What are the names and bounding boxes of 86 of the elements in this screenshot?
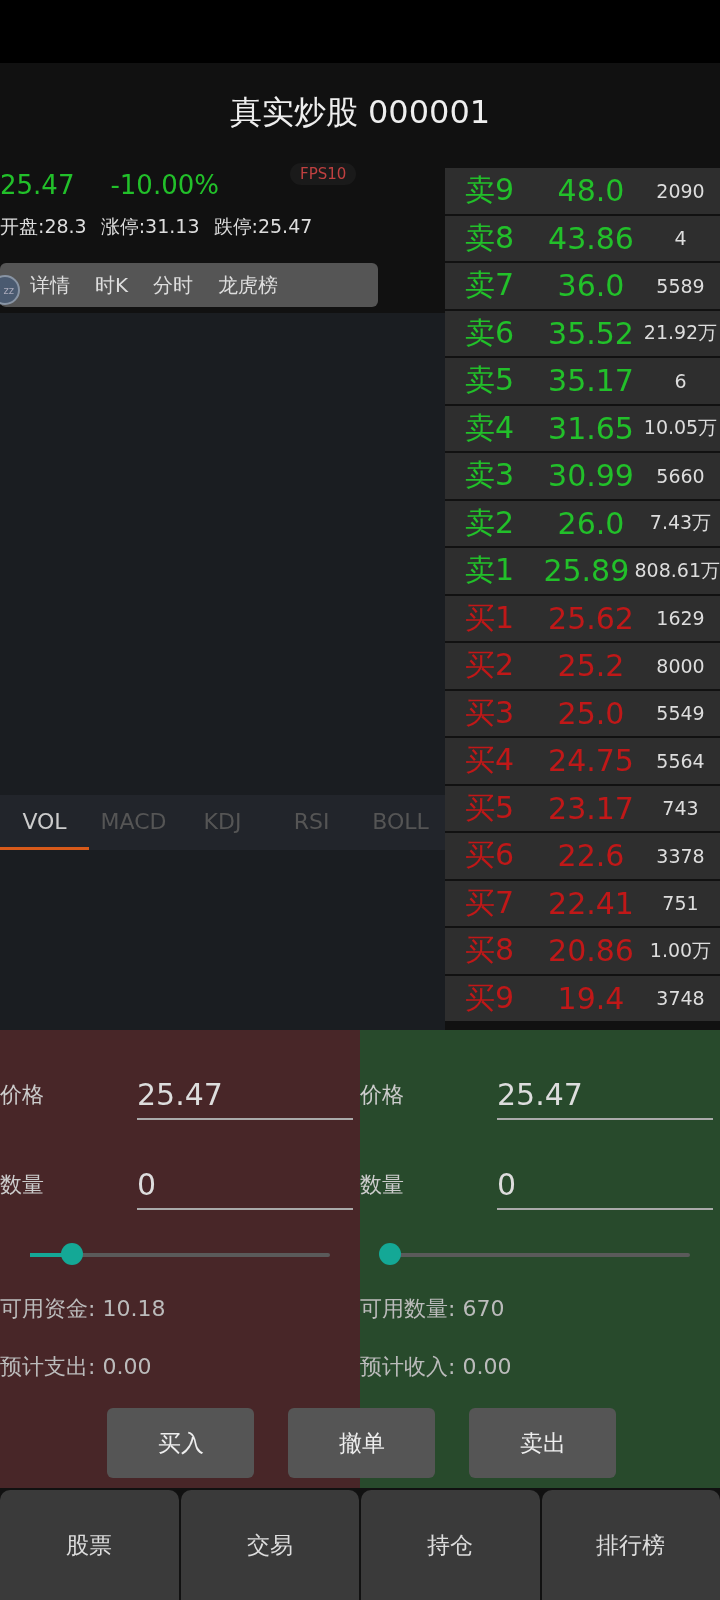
order-volume: 5589 bbox=[655, 274, 706, 297]
action-button[interactable]: 买入 bbox=[107, 1408, 254, 1478]
order-level: 卖9 bbox=[465, 171, 516, 210]
order-level: 买8 bbox=[465, 931, 516, 970]
order-volume: 1629 bbox=[655, 607, 706, 630]
change-percent: -10.00% bbox=[110, 170, 219, 200]
order-level: 买1 bbox=[465, 598, 516, 637]
order-volume: 751 bbox=[661, 892, 700, 915]
order-level: 买9 bbox=[465, 978, 516, 1017]
price-input[interactable]: 25.47 bbox=[137, 1070, 353, 1120]
order-price: 25.62 bbox=[547, 600, 635, 636]
order-level: 卖1 bbox=[465, 551, 516, 590]
available-text: 可用数量: 670 bbox=[360, 1295, 506, 1323]
order-price: 36.0 bbox=[556, 268, 626, 304]
order-volume: 5564 bbox=[655, 749, 706, 772]
estimate-text: 预计支出: 0.00 bbox=[0, 1353, 153, 1381]
order-price: 25.0 bbox=[556, 695, 626, 731]
order-volume: 3378 bbox=[655, 844, 706, 867]
order-volume: 5549 bbox=[655, 702, 706, 725]
order-volume: 6 bbox=[673, 369, 688, 392]
price-label: 价格 bbox=[360, 1081, 405, 1109]
order-level: 买5 bbox=[465, 788, 516, 827]
order-level: 卖2 bbox=[465, 503, 516, 542]
limit-up-price: 涨停:31.13 bbox=[100, 214, 200, 239]
quantity-label: 数量 bbox=[360, 1171, 405, 1199]
order-price: 43.86 bbox=[547, 220, 635, 256]
order-volume: 743 bbox=[661, 797, 700, 820]
order-level: 买4 bbox=[465, 741, 516, 780]
order-level: 卖3 bbox=[465, 456, 516, 495]
order-price: 23.17 bbox=[547, 790, 635, 826]
order-price: 25.2 bbox=[556, 648, 626, 684]
order-level: 卖6 bbox=[465, 313, 516, 352]
order-volume: 10.05万 bbox=[642, 415, 719, 441]
order-price: 35.52 bbox=[547, 315, 635, 351]
action-button[interactable]: 撤单 bbox=[288, 1408, 435, 1478]
order-price: 19.4 bbox=[556, 980, 626, 1016]
order-price: 48.0 bbox=[556, 173, 626, 209]
nav-button[interactable]: 排行榜 bbox=[541, 1490, 720, 1600]
order-volume: 7.43万 bbox=[648, 510, 713, 536]
order-price: 30.99 bbox=[547, 458, 635, 494]
order-volume: 21.92万 bbox=[642, 320, 719, 346]
order-price: 25.89 bbox=[542, 553, 631, 589]
nav-button[interactable]: 股票 bbox=[0, 1490, 179, 1600]
order-level: 卖7 bbox=[465, 266, 516, 305]
price-label: 价格 bbox=[0, 1081, 45, 1109]
estimate-text: 预计收入: 0.00 bbox=[360, 1353, 513, 1381]
order-level: 买3 bbox=[465, 693, 516, 732]
order-price: 24.75 bbox=[547, 743, 635, 779]
order-level: 买2 bbox=[465, 646, 516, 685]
order-volume: 1.00万 bbox=[648, 937, 713, 963]
nav-button[interactable]: 持仓 bbox=[361, 1490, 540, 1600]
order-volume: 3748 bbox=[655, 987, 706, 1010]
slider-thumb[interactable] bbox=[61, 1243, 83, 1265]
order-level: 买7 bbox=[465, 883, 516, 922]
chart-tab[interactable]: 详情 bbox=[22, 271, 87, 299]
order-price: 22.6 bbox=[556, 838, 626, 874]
order-volume: 2090 bbox=[655, 179, 706, 202]
quantity-label: 数量 bbox=[0, 1171, 45, 1199]
chart-tab[interactable]: 龙虎榜 bbox=[210, 271, 296, 299]
order-volume: 808.61万 bbox=[634, 557, 720, 583]
chart-tab[interactable]: 时K bbox=[87, 271, 146, 299]
order-level: 买6 bbox=[465, 836, 516, 875]
order-price: 31.65 bbox=[547, 410, 635, 446]
chart-tab[interactable]: 分时 bbox=[145, 271, 211, 299]
order-volume: 8000 bbox=[655, 654, 706, 677]
order-level: 卖5 bbox=[465, 361, 516, 400]
fps-badge: FPS10 bbox=[290, 163, 357, 185]
order-volume: 4 bbox=[673, 227, 688, 250]
nav-button[interactable]: 交易 bbox=[180, 1490, 359, 1600]
limit-down-price: 跌停:25.47 bbox=[213, 214, 313, 239]
open-price: 开盘:28.3 bbox=[0, 214, 87, 239]
quantity-input[interactable]: 0 bbox=[137, 1160, 353, 1210]
order-level: 卖4 bbox=[465, 408, 516, 447]
order-price: 35.17 bbox=[547, 363, 635, 399]
order-price: 22.41 bbox=[547, 885, 635, 921]
available-text: 可用资金: 10.18 bbox=[0, 1295, 167, 1323]
price-input[interactable]: 25.47 bbox=[497, 1070, 713, 1120]
current-price: 25.47 bbox=[0, 170, 75, 200]
order-price: 26.0 bbox=[556, 505, 626, 541]
slider-thumb[interactable] bbox=[379, 1243, 401, 1265]
action-button[interactable]: 卖出 bbox=[469, 1408, 616, 1478]
quantity-input[interactable]: 0 bbox=[497, 1160, 713, 1210]
page-title: 真实炒股 000001 bbox=[229, 92, 491, 133]
order-price: 20.86 bbox=[547, 933, 635, 969]
order-level: 卖8 bbox=[465, 218, 516, 257]
order-volume: 5660 bbox=[655, 464, 706, 487]
